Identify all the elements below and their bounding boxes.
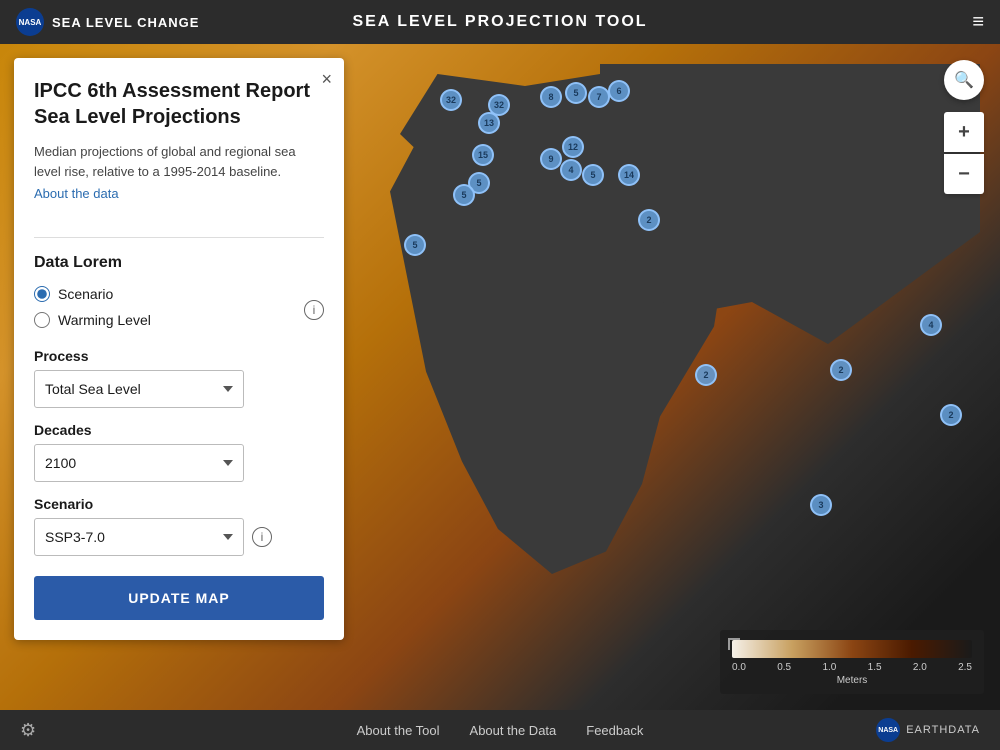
- scenario-select-wrapper: SSP3-7.0 i: [34, 518, 324, 556]
- decades-select[interactable]: 2100: [34, 444, 244, 482]
- earthdata-text: EARTHDATA: [906, 724, 980, 736]
- warming-radio[interactable]: [34, 312, 50, 328]
- close-panel-button[interactable]: ×: [321, 70, 332, 88]
- side-panel: × IPCC 6th Assessment Report Sea Level P…: [14, 58, 344, 640]
- legend-min: 0.0: [732, 662, 746, 673]
- map-marker[interactable]: 4: [560, 159, 582, 181]
- map-marker[interactable]: 7: [588, 86, 610, 108]
- map-marker[interactable]: 3: [810, 494, 832, 516]
- search-icon: 🔍: [954, 70, 974, 90]
- nasa-small-logo: NASA: [876, 718, 900, 742]
- map-marker[interactable]: 5: [453, 184, 475, 206]
- map-marker[interactable]: 9: [540, 148, 562, 170]
- map-marker[interactable]: 32: [440, 89, 462, 111]
- scenario-radio-item[interactable]: Scenario: [34, 286, 151, 302]
- warming-label: Warming Level: [58, 312, 151, 328]
- map-marker[interactable]: 12: [562, 136, 584, 158]
- map-marker[interactable]: 4: [920, 314, 942, 336]
- warming-radio-item[interactable]: Warming Level: [34, 312, 151, 328]
- zoom-out-button[interactable]: −: [944, 154, 984, 194]
- panel-title: IPCC 6th Assessment Report Sea Level Pro…: [34, 78, 324, 130]
- process-field-label: Process: [34, 348, 324, 364]
- map-marker[interactable]: 5: [565, 82, 587, 104]
- data-section-title: Data Lorem: [34, 254, 324, 272]
- scenario-label: Scenario: [58, 286, 113, 302]
- scenario-info-icon[interactable]: i: [252, 527, 272, 547]
- map-legend: 0.0 0.5 1.0 1.5 2.0 2.5 Meters: [720, 630, 984, 694]
- legend-title: Meters: [732, 675, 972, 686]
- footer: ⚙ About the Tool About the Data Feedback…: [0, 710, 1000, 750]
- footer-about-tool-link[interactable]: About the Tool: [357, 723, 440, 738]
- legend-corner-mark: [728, 638, 740, 650]
- legend-v2: 1.0: [822, 662, 836, 673]
- map-marker[interactable]: 15: [472, 144, 494, 166]
- settings-icon[interactable]: ⚙: [20, 720, 36, 741]
- footer-feedback-link[interactable]: Feedback: [586, 723, 643, 738]
- footer-about-data-link[interactable]: About the Data: [470, 723, 557, 738]
- legend-v4: 2.0: [913, 662, 927, 673]
- map-marker[interactable]: 13: [478, 112, 500, 134]
- legend-max: 2.5: [958, 662, 972, 673]
- process-select-wrapper: Total Sea Level: [34, 370, 324, 408]
- top-navigation: NASA SEA LEVEL CHANGE SEA LEVEL PROJECTI…: [0, 0, 1000, 44]
- earthdata-logo: NASA EARTHDATA: [876, 718, 980, 742]
- data-type-row: Scenario Warming Level i: [34, 286, 324, 334]
- nav-brand: NASA SEA LEVEL CHANGE: [16, 8, 199, 36]
- decades-select-wrapper: 2100: [34, 444, 324, 482]
- map-search-button[interactable]: 🔍: [944, 60, 984, 100]
- decades-field-label: Decades: [34, 422, 324, 438]
- map-marker[interactable]: 2: [830, 359, 852, 381]
- about-data-link[interactable]: About the data: [34, 186, 119, 201]
- map-marker[interactable]: 6: [608, 80, 630, 102]
- data-type-group: Scenario Warming Level: [34, 286, 151, 328]
- legend-v3: 1.5: [868, 662, 882, 673]
- legend-labels: 0.0 0.5 1.0 1.5 2.0 2.5: [732, 662, 972, 673]
- map-marker[interactable]: 14: [618, 164, 640, 186]
- panel-description: Median projections of global and regiona…: [34, 142, 324, 181]
- main-content: 3232857613151294145552523422 🔍 + − 0.0 0…: [0, 44, 1000, 710]
- page-title: SEA LEVEL PROJECTION TOOL: [352, 13, 647, 31]
- map-marker[interactable]: 2: [638, 209, 660, 231]
- divider: [34, 237, 324, 238]
- scenario-field-label: Scenario: [34, 496, 324, 512]
- update-map-button[interactable]: UPDATE MAP: [34, 576, 324, 620]
- map-marker[interactable]: 5: [582, 164, 604, 186]
- zoom-controls: + −: [944, 112, 984, 194]
- site-title: SEA LEVEL CHANGE: [52, 15, 199, 30]
- map-marker[interactable]: 5: [404, 234, 426, 256]
- scenario-radio[interactable]: [34, 286, 50, 302]
- nasa-logo: NASA: [16, 8, 44, 36]
- zoom-in-button[interactable]: +: [944, 112, 984, 152]
- menu-icon[interactable]: ≡: [972, 11, 984, 34]
- process-select[interactable]: Total Sea Level: [34, 370, 244, 408]
- datatype-info-icon[interactable]: i: [304, 300, 324, 320]
- legend-v1: 0.5: [777, 662, 791, 673]
- legend-gradient-bar: [732, 640, 972, 658]
- map-marker[interactable]: 8: [540, 86, 562, 108]
- footer-links: About the Tool About the Data Feedback: [357, 723, 644, 738]
- footer-left: ⚙: [20, 720, 36, 741]
- scenario-select[interactable]: SSP3-7.0: [34, 518, 244, 556]
- map-marker[interactable]: 2: [940, 404, 962, 426]
- map-marker[interactable]: 2: [695, 364, 717, 386]
